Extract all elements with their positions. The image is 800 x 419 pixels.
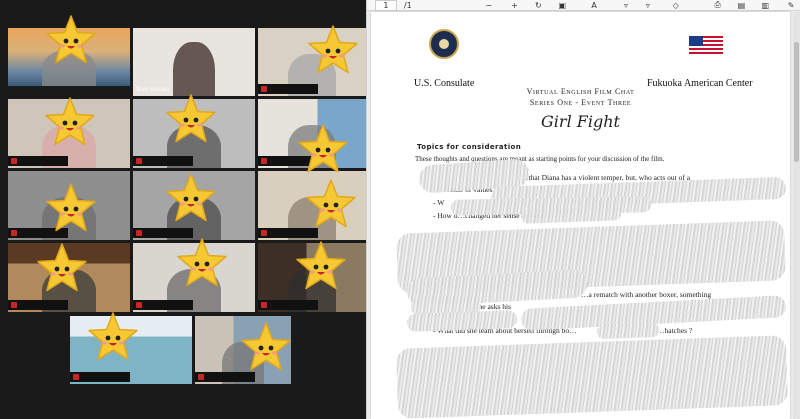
participant-name bbox=[8, 300, 68, 310]
participant-name-label: Nao Suzuki bbox=[136, 85, 170, 93]
video-tile[interactable]: Nao Suzuki bbox=[133, 28, 255, 96]
star-sticker-icon bbox=[241, 322, 291, 371]
rotate-icon[interactable]: ↻ bbox=[528, 0, 548, 11]
muted-mic-icon bbox=[11, 158, 17, 164]
muted-mic-icon bbox=[136, 230, 142, 236]
muted-mic-icon bbox=[136, 302, 142, 308]
page-total: /1 bbox=[403, 0, 412, 10]
star-sticker-icon bbox=[298, 124, 348, 173]
pdf-page: U.S. Consulate Fukuoka American Center V… bbox=[371, 12, 790, 419]
muted-mic-icon bbox=[11, 230, 17, 236]
muted-mic-icon bbox=[261, 86, 267, 92]
star-sticker-icon bbox=[88, 312, 138, 361]
star-sticker-icon bbox=[46, 15, 96, 64]
us-seal-icon bbox=[429, 29, 459, 59]
muted-mic-icon bbox=[73, 374, 79, 380]
doc-line: …hatches ? bbox=[657, 326, 693, 335]
scrollbar-thumb[interactable] bbox=[794, 42, 799, 162]
participant-name bbox=[258, 300, 318, 310]
viewer-toolbar: 1 /1 − + ↻ ▣ A ▿ ▿ ◇ ⎙ ▤ ▥ ✎ bbox=[367, 0, 800, 11]
screen: Nao Suzuki 1 /1 − + ↻ ▣ A ▿ ▿ ◇ ⎙ ▤ ▥ ✎ … bbox=[0, 0, 800, 419]
draw-icon[interactable]: ▿ bbox=[616, 0, 636, 11]
redaction-scribble bbox=[596, 322, 660, 340]
video-gallery: Nao Suzuki bbox=[0, 0, 366, 419]
muted-mic-icon bbox=[261, 302, 267, 308]
muted-mic-icon bbox=[261, 230, 267, 236]
read-aloud-icon[interactable]: A bbox=[584, 0, 604, 11]
topics-heading: Topics for consideration bbox=[417, 143, 522, 151]
participant-name bbox=[133, 300, 193, 310]
muted-mic-icon bbox=[11, 302, 17, 308]
star-sticker-icon bbox=[166, 94, 216, 143]
participant-name bbox=[8, 156, 68, 166]
pin-icon[interactable]: ✎ bbox=[781, 0, 800, 11]
fit-page-icon[interactable]: ▣ bbox=[552, 0, 572, 11]
event-heading: Virtual English Film Chat bbox=[526, 87, 635, 96]
redaction-scribble bbox=[406, 310, 518, 332]
star-sticker-icon bbox=[45, 97, 95, 146]
event-subheading: Series One - Event Three bbox=[529, 98, 632, 107]
star-sticker-icon bbox=[46, 183, 96, 232]
participant-name bbox=[195, 372, 255, 382]
zoom-in-icon[interactable]: + bbox=[505, 0, 525, 11]
participant-name bbox=[133, 156, 193, 166]
muted-mic-icon bbox=[261, 158, 267, 164]
redaction-scribble bbox=[395, 335, 789, 419]
star-sticker-icon bbox=[177, 238, 227, 287]
zoom-out-icon[interactable]: − bbox=[479, 0, 499, 11]
print-icon[interactable]: ⎙ bbox=[708, 0, 728, 11]
erase-icon[interactable]: ◇ bbox=[666, 0, 686, 11]
muted-mic-icon bbox=[136, 158, 142, 164]
redaction-scribble bbox=[520, 206, 622, 224]
highlight-icon[interactable]: ▿ bbox=[638, 0, 658, 11]
star-sticker-icon bbox=[296, 241, 346, 290]
page-number-input[interactable]: 1 bbox=[375, 0, 397, 11]
star-sticker-icon bbox=[308, 25, 358, 74]
muted-mic-icon bbox=[198, 374, 204, 380]
star-sticker-icon bbox=[37, 243, 87, 292]
film-title: Girl Fight bbox=[541, 112, 620, 131]
intro-text: These thoughts and questions are meant a… bbox=[415, 155, 665, 163]
pdf-viewer: 1 /1 − + ↻ ▣ A ▿ ▿ ◇ ⎙ ▤ ▥ ✎ U.S. Consul… bbox=[366, 0, 800, 419]
participant-name bbox=[70, 372, 130, 382]
bullet-item: - W bbox=[433, 198, 445, 207]
doc-line: …a rematch with another boxer, something bbox=[581, 290, 712, 299]
save-as-icon[interactable]: ▥ bbox=[755, 0, 775, 11]
us-flag-icon bbox=[689, 36, 723, 56]
save-icon[interactable]: ▤ bbox=[731, 0, 751, 11]
participant-name bbox=[258, 84, 318, 94]
star-sticker-icon bbox=[166, 173, 216, 222]
star-sticker-icon bbox=[306, 179, 356, 228]
vertical-scrollbar[interactable] bbox=[793, 12, 800, 419]
